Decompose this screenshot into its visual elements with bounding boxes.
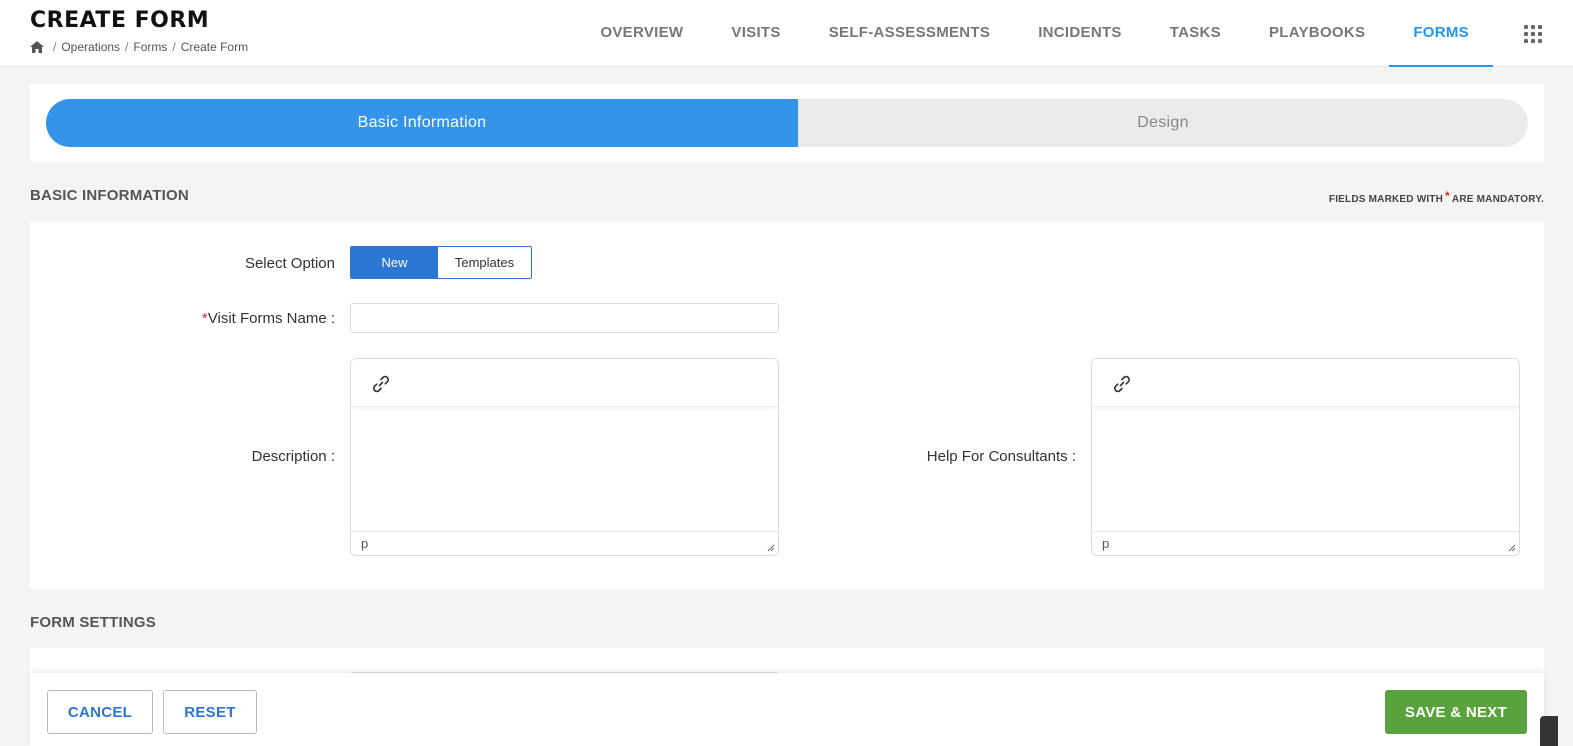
basic-information-heading: BASIC INFORMATION [30,187,189,204]
page-title: CREATE FORM [30,8,210,33]
apps-grid-icon[interactable] [1493,0,1573,67]
step-design[interactable]: Design [798,99,1528,147]
description-label: Description : [251,448,335,465]
visit-forms-name-label: *Visit Forms Name : [202,310,335,327]
stepper-card: Design Basic Information [30,84,1544,162]
nav-overview[interactable]: OVERVIEW [576,0,707,67]
main-nav: OVERVIEW VISITS SELF-ASSESSMENTS INCIDEN… [576,0,1573,67]
cancel-button[interactable]: CANCEL [47,690,153,734]
breadcrumb-separator: / [53,40,57,54]
option-new-button[interactable]: New [351,247,438,278]
help-for-consultants-label: Help For Consultants : [926,448,1076,465]
reset-button[interactable]: RESET [163,690,257,734]
resize-handle-icon[interactable] [1506,542,1516,552]
nav-tasks[interactable]: TASKS [1146,0,1245,67]
select-option-label: Select Option [244,255,335,272]
floating-widget[interactable] [1540,716,1558,746]
home-icon[interactable] [30,41,44,53]
wizard-stepper: Design Basic Information [46,99,1528,147]
nav-forms[interactable]: FORMS [1389,0,1493,67]
visit-forms-name-label-text: Visit Forms Name : [207,310,335,327]
link-icon[interactable] [1112,374,1132,394]
help-editor-body[interactable] [1092,407,1519,531]
breadcrumb-operations[interactable]: Operations [61,40,120,54]
mandatory-note-suffix: ARE MANDATORY. [1451,194,1544,205]
save-next-button[interactable]: SAVE & NEXT [1385,690,1527,734]
breadcrumb-forms[interactable]: Forms [133,40,167,54]
help-editor-toolbar [1092,359,1519,407]
breadcrumb-separator: / [172,40,176,54]
description-editor-body[interactable] [351,407,778,531]
nav-playbooks[interactable]: PLAYBOOKS [1245,0,1389,67]
link-icon[interactable] [371,374,391,394]
basic-information-card: Select Option New Templates *Visit Forms… [30,222,1544,589]
nav-incidents[interactable]: INCIDENTS [1014,0,1146,67]
step-basic-information[interactable]: Basic Information [46,99,798,147]
select-option-toggle: New Templates [350,246,532,279]
visit-forms-name-input[interactable] [350,303,779,333]
form-settings-heading: FORM SETTINGS [30,614,156,631]
nav-visits[interactable]: VISITS [707,0,804,67]
mandatory-star: * [1445,189,1450,203]
mandatory-note-prefix: FIELDS MARKED WITH [1328,194,1444,205]
action-bar: CANCEL RESET SAVE & NEXT [30,673,1544,746]
breadcrumb-separator: / [125,40,129,54]
description-editor-toolbar [351,359,778,407]
step-arrow [774,99,798,147]
mandatory-note: FIELDS MARKED WITH * ARE MANDATORY. [1329,189,1544,205]
help-editor-status: p [1092,531,1519,555]
resize-handle-icon[interactable] [765,542,775,552]
description-editor[interactable]: p [350,358,779,556]
breadcrumb: / Operations / Forms / Create Form [30,40,248,54]
option-templates-button[interactable]: Templates [438,247,531,278]
help-for-consultants-editor[interactable]: p [1091,358,1520,556]
description-editor-status: p [351,531,778,555]
breadcrumb-create-form: Create Form [180,40,249,54]
nav-self-assessments[interactable]: SELF-ASSESSMENTS [805,0,1015,67]
page-header: CREATE FORM / Operations / Forms / Creat… [0,0,1573,67]
